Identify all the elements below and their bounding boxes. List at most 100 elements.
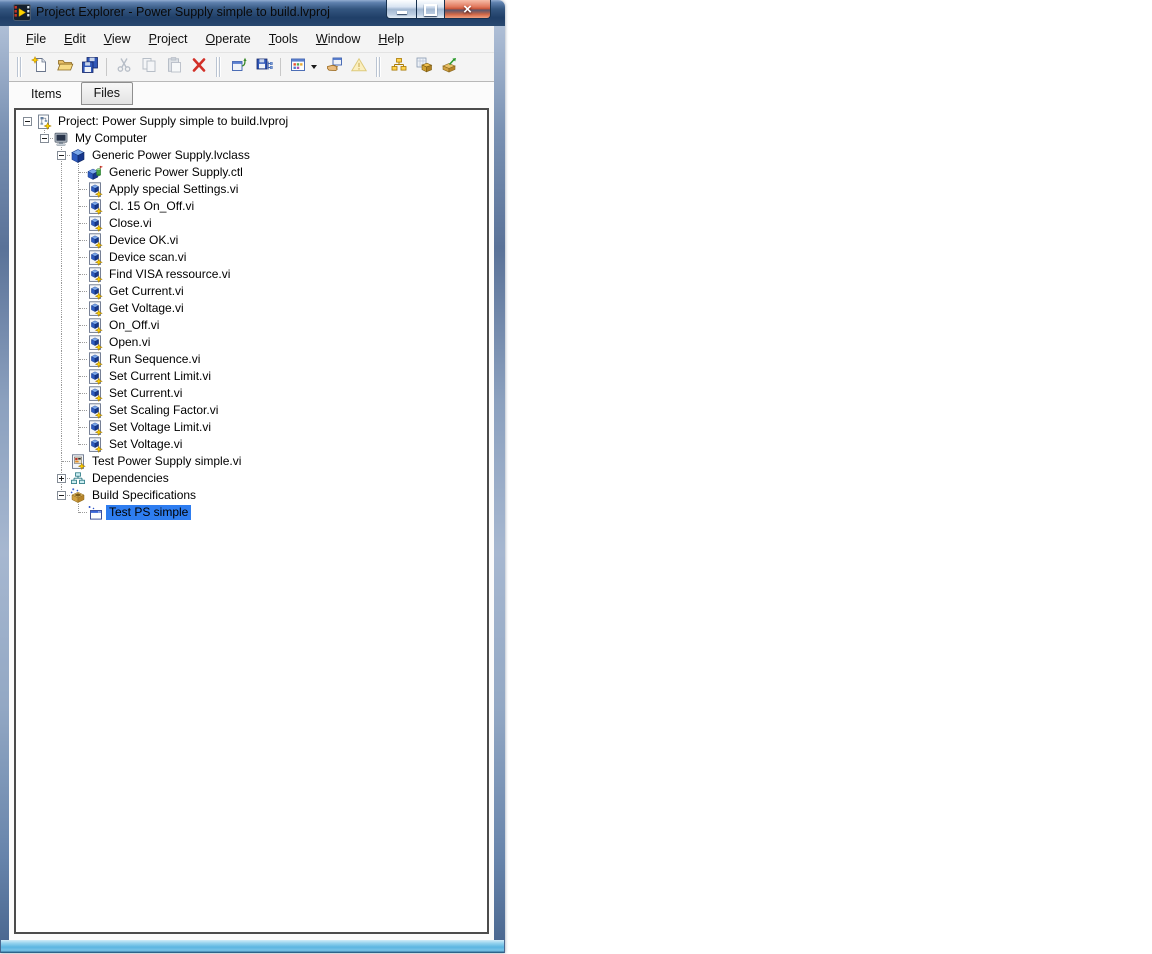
tree-item[interactable]: Close.vi [19,215,487,232]
tree-elbow [53,147,70,164]
minimize-button[interactable] [386,0,417,19]
save-hierarchy-icon [255,56,273,79]
deploy-box-button[interactable] [436,56,461,79]
tree-item[interactable]: Generic Power Supply.ctl [19,164,487,181]
tree-item[interactable]: Test Power Supply simple.vi [19,453,487,470]
delete-button[interactable] [186,56,211,79]
collapse-icon[interactable] [23,117,32,126]
tree-item[interactable]: Set Scaling Factor.vi [19,402,487,419]
tree-guide [19,232,36,249]
menu-operate[interactable]: Operate [197,28,260,50]
tree-item[interactable]: Get Voltage.vi [19,300,487,317]
tree-item-label: Device OK.vi [109,233,179,247]
copy-button[interactable] [136,56,161,79]
tree-elbow [70,351,87,368]
toolbar-separator [106,58,107,76]
toolbar-grip[interactable] [15,57,24,77]
tree-item[interactable]: Find VISA ressource.vi [19,266,487,283]
delete-icon [190,56,208,79]
menu-edit[interactable]: Edit [55,28,95,50]
tab-files[interactable]: Files [80,82,133,105]
icon-view-button[interactable] [285,56,310,79]
save-all-button[interactable] [77,56,102,79]
hand-window-button[interactable] [321,56,346,79]
toolbar-grip[interactable] [374,57,383,77]
open-folder-button[interactable] [52,56,77,79]
paste-icon [165,56,183,79]
tree-item[interactable]: Set Current Limit.vi [19,368,487,385]
tree-item-label: Find VISA ressource.vi [109,267,231,281]
tree-item[interactable]: Dependencies [19,470,487,487]
cut-button[interactable] [111,56,136,79]
tree-guide [36,317,53,334]
tree-item[interactable]: Generic Power Supply.lvclass [19,147,487,164]
vi-icon [87,181,106,198]
maximize-button[interactable] [416,0,445,19]
tree-item[interactable]: Apply special Settings.vi [19,181,487,198]
tree-elbow [70,283,87,300]
tree-guide [19,130,36,147]
exe-icon [87,505,106,521]
build-box-button[interactable] [411,56,436,79]
tree-guide [36,402,53,419]
menu-help[interactable]: Help [369,28,413,50]
tree-elbow [70,198,87,215]
vi-icon [87,368,106,385]
tree-item[interactable]: Project: Power Supply simple to build.lv… [19,113,487,130]
tree-item[interactable]: Run Sequence.vi [19,351,487,368]
close-icon: × [463,0,472,18]
refresh-hierarchy-button[interactable] [226,56,251,79]
tree-guide [19,436,36,453]
menu-view[interactable]: View [95,28,140,50]
tree-item[interactable]: Cl. 15 On_Off.vi [19,198,487,215]
vi-icon [87,266,106,283]
menu-tools[interactable]: Tools [260,28,307,50]
tree-item[interactable]: Set Voltage.vi [19,436,487,453]
toolbar-grip[interactable] [214,57,223,77]
tree-elbow [70,504,87,521]
menu-project[interactable]: Project [140,28,197,50]
collapse-icon[interactable] [40,134,49,143]
menu-window[interactable]: Window [307,28,369,50]
tree-item[interactable]: Device OK.vi [19,232,487,249]
tree-guide [36,215,53,232]
chevron-down-icon[interactable] [311,65,317,69]
tab-items[interactable]: Items [18,83,75,107]
tree-item[interactable]: On_Off.vi [19,317,487,334]
expand-icon[interactable] [57,474,66,483]
title-bar[interactable]: Project Explorer - Power Supply simple t… [0,0,505,26]
tree-guide [19,215,36,232]
warning-button[interactable] [346,56,371,79]
menu-bar: File Edit View Project Operate Tools Window Hel… [9,26,494,53]
collapse-icon[interactable] [57,151,66,160]
computer-icon [53,131,72,147]
tree-item[interactable]: Build Specifications [19,487,487,504]
tree-guide [36,504,53,521]
close-button[interactable]: × [444,0,491,19]
tree-item[interactable]: Test PS simple [19,504,487,521]
tree-elbow [70,232,87,249]
vi-icon [87,300,106,317]
tree-guide [53,385,70,402]
tree-item-label: Set Current Limit.vi [109,369,212,383]
save-hierarchy-button[interactable] [251,56,276,79]
tree-item-label: Set Voltage.vi [109,437,183,451]
menu-file[interactable]: File [17,28,55,50]
tree-item[interactable]: My Computer [19,130,487,147]
tree-item[interactable]: Device scan.vi [19,249,487,266]
resolve-conflicts-button[interactable] [386,56,411,79]
paste-button[interactable] [161,56,186,79]
tree-guide [36,470,53,487]
tree-item[interactable]: Set Current.vi [19,385,487,402]
tree-item-label: Device scan.vi [109,250,187,264]
tree-guide [36,351,53,368]
tree-item[interactable]: Get Current.vi [19,283,487,300]
tree-item[interactable]: Set Voltage Limit.vi [19,419,487,436]
tree-guide [36,164,53,181]
new-file-button[interactable] [27,55,52,79]
tree-guide [36,385,53,402]
collapse-icon[interactable] [57,491,66,500]
project-tree-panel[interactable]: Project: Power Supply simple to build.lv… [14,108,489,934]
build-box-icon [415,56,433,79]
tree-item[interactable]: Open.vi [19,334,487,351]
